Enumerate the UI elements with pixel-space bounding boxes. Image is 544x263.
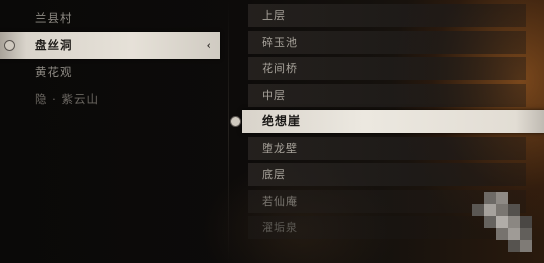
region-label: 盘丝洞 [35,38,73,52]
region-label: 兰县村 [35,11,73,25]
censor-mosaic [472,192,536,256]
circle-marker-icon [4,40,15,51]
circle-marker-icon [230,116,241,127]
location-item[interactable]: 中层 [248,83,526,107]
region-label: 黄花观 [35,65,73,79]
chevron-left-icon: ‹ [206,39,212,52]
region-label: 隐 · 紫云山 [35,92,99,106]
panel-divider [228,0,229,263]
location-item[interactable]: 花间桥 [248,57,526,80]
location-label: 绝想崖 [262,114,302,128]
location-item[interactable]: 堕龙壁 [248,136,526,160]
location-label: 花间桥 [262,62,298,75]
region-item-lanxian[interactable]: 兰县村 [0,5,220,32]
region-item-huanghuaguan[interactable]: 黄花观 [0,59,220,86]
region-item-ziyunshan[interactable]: 隐 · 紫云山 [0,86,220,113]
location-item[interactable]: 底层 [248,163,526,186]
location-label: 中层 [262,88,286,102]
location-item[interactable]: 碎玉池 [248,30,526,54]
location-label: 若仙庵 [262,194,298,208]
region-list: 兰县村 盘丝洞 ‹ 黄花观 隐 · 紫云山 [0,5,220,113]
location-label: 上层 [262,9,286,22]
location-label: 碎玉池 [262,35,298,49]
fast-travel-screen: 兰县村 盘丝洞 ‹ 黄花观 隐 · 紫云山 上层 碎玉池 花间桥 中层 绝想崖 [0,0,544,263]
location-label: 底层 [262,168,286,181]
location-label: 濯垢泉 [262,221,298,234]
location-item-selected[interactable]: 绝想崖 [230,110,544,133]
region-item-pansidong[interactable]: 盘丝洞 ‹ [0,32,220,59]
location-label: 堕龙壁 [262,141,298,155]
location-item[interactable]: 上层 [248,4,526,27]
